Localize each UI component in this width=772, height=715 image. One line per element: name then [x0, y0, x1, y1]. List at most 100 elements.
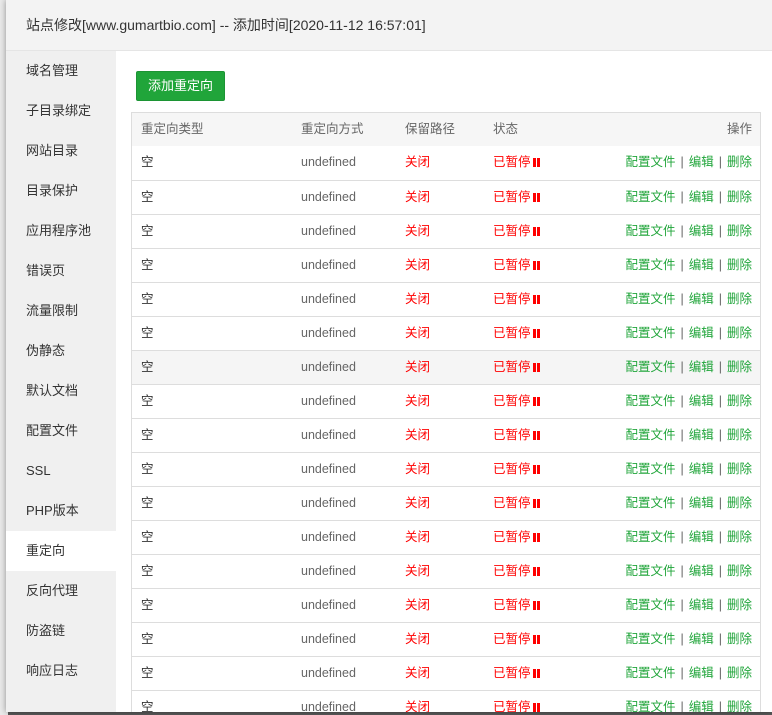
delete-link[interactable]: 删除 — [727, 224, 752, 238]
delete-link[interactable]: 删除 — [727, 394, 752, 408]
keep-path-cell[interactable]: 关闭 — [405, 317, 430, 350]
keep-path-cell[interactable]: 关闭 — [405, 487, 430, 520]
sidebar-item[interactable]: 子目录绑定 — [6, 91, 116, 131]
edit-link[interactable]: 编辑 — [689, 326, 714, 340]
config-file-link[interactable]: 配置文件 — [625, 394, 675, 408]
keep-path-cell[interactable]: 关闭 — [405, 691, 430, 712]
sidebar-item[interactable]: 防盗链 — [6, 611, 116, 651]
sidebar-item[interactable]: 错误页 — [6, 251, 116, 291]
edit-link[interactable]: 编辑 — [689, 394, 714, 408]
sidebar-item[interactable]: SSL — [6, 451, 116, 491]
delete-link[interactable]: 删除 — [727, 496, 752, 510]
edit-link[interactable]: 编辑 — [689, 700, 714, 712]
status-cell[interactable]: 已暂停 — [493, 419, 540, 452]
config-file-link[interactable]: 配置文件 — [625, 564, 675, 578]
edit-link[interactable]: 编辑 — [689, 496, 714, 510]
delete-link[interactable]: 删除 — [727, 462, 752, 476]
sidebar-item[interactable]: 重定向 — [6, 531, 116, 571]
sidebar-item[interactable]: 配置文件 — [6, 411, 116, 451]
status-cell[interactable]: 已暂停 — [493, 691, 540, 712]
config-file-link[interactable]: 配置文件 — [625, 224, 675, 238]
config-file-link[interactable]: 配置文件 — [625, 700, 675, 712]
edit-link[interactable]: 编辑 — [689, 564, 714, 578]
config-file-link[interactable]: 配置文件 — [625, 462, 675, 476]
delete-link[interactable]: 删除 — [727, 598, 752, 612]
keep-path-cell[interactable]: 关闭 — [405, 555, 430, 588]
config-file-link[interactable]: 配置文件 — [625, 292, 675, 306]
status-cell[interactable]: 已暂停 — [493, 521, 540, 554]
keep-path-cell[interactable]: 关闭 — [405, 623, 430, 656]
status-cell[interactable]: 已暂停 — [493, 385, 540, 418]
sidebar-item[interactable]: 默认文档 — [6, 371, 116, 411]
status-cell[interactable]: 已暂停 — [493, 351, 540, 384]
status-cell[interactable]: 已暂停 — [493, 317, 540, 350]
keep-path-cell[interactable]: 关闭 — [405, 419, 430, 452]
delete-link[interactable]: 删除 — [727, 632, 752, 646]
status-cell[interactable]: 已暂停 — [493, 555, 540, 588]
keep-path-cell[interactable]: 关闭 — [405, 589, 430, 622]
config-file-link[interactable]: 配置文件 — [625, 326, 675, 340]
config-file-link[interactable]: 配置文件 — [625, 530, 675, 544]
edit-link[interactable]: 编辑 — [689, 258, 714, 272]
keep-path-cell[interactable]: 关闭 — [405, 249, 430, 282]
keep-path-cell[interactable]: 关闭 — [405, 453, 430, 486]
status-cell[interactable]: 已暂停 — [493, 453, 540, 486]
edit-link[interactable]: 编辑 — [689, 292, 714, 306]
delete-link[interactable]: 删除 — [727, 292, 752, 306]
sidebar-item[interactable]: 流量限制 — [6, 291, 116, 331]
config-file-link[interactable]: 配置文件 — [625, 632, 675, 646]
config-file-link[interactable]: 配置文件 — [625, 598, 675, 612]
config-file-link[interactable]: 配置文件 — [625, 496, 675, 510]
sidebar-item[interactable]: 域名管理 — [6, 51, 116, 91]
delete-link[interactable]: 删除 — [727, 360, 752, 374]
status-cell[interactable]: 已暂停 — [493, 487, 540, 520]
sidebar-item[interactable]: PHP版本 — [6, 491, 116, 531]
status-cell[interactable]: 已暂停 — [493, 657, 540, 690]
edit-link[interactable]: 编辑 — [689, 224, 714, 238]
config-file-link[interactable]: 配置文件 — [625, 666, 675, 680]
delete-link[interactable]: 删除 — [727, 190, 752, 204]
keep-path-cell[interactable]: 关闭 — [405, 283, 430, 316]
status-cell[interactable]: 已暂停 — [493, 215, 540, 248]
edit-link[interactable]: 编辑 — [689, 360, 714, 374]
sidebar-item[interactable]: 目录保护 — [6, 171, 116, 211]
add-redirect-button[interactable]: 添加重定向 — [136, 71, 226, 101]
keep-path-cell[interactable]: 关闭 — [405, 657, 430, 690]
config-file-link[interactable]: 配置文件 — [625, 190, 675, 204]
keep-path-cell[interactable]: 关闭 — [405, 351, 430, 384]
sidebar-item[interactable]: 网站目录 — [6, 131, 116, 171]
edit-link[interactable]: 编辑 — [689, 155, 714, 169]
status-cell[interactable]: 已暂停 — [493, 589, 540, 622]
status-cell[interactable]: 已暂停 — [493, 283, 540, 316]
edit-link[interactable]: 编辑 — [689, 428, 714, 442]
keep-path-cell[interactable]: 关闭 — [405, 215, 430, 248]
status-cell[interactable]: 已暂停 — [493, 249, 540, 282]
edit-link[interactable]: 编辑 — [689, 632, 714, 646]
edit-link[interactable]: 编辑 — [689, 666, 714, 680]
keep-path-cell[interactable]: 关闭 — [405, 521, 430, 554]
keep-path-cell[interactable]: 关闭 — [405, 385, 430, 418]
keep-path-cell[interactable]: 关闭 — [405, 181, 430, 214]
delete-link[interactable]: 删除 — [727, 428, 752, 442]
status-cell[interactable]: 已暂停 — [493, 146, 540, 179]
sidebar-item[interactable]: 应用程序池 — [6, 211, 116, 251]
edit-link[interactable]: 编辑 — [689, 190, 714, 204]
delete-link[interactable]: 删除 — [727, 666, 752, 680]
keep-path-cell[interactable]: 关闭 — [405, 146, 430, 179]
delete-link[interactable]: 删除 — [727, 326, 752, 340]
status-cell[interactable]: 已暂停 — [493, 623, 540, 656]
edit-link[interactable]: 编辑 — [689, 462, 714, 476]
config-file-link[interactable]: 配置文件 — [625, 155, 675, 169]
delete-link[interactable]: 删除 — [727, 530, 752, 544]
sidebar-item[interactable]: 反向代理 — [6, 571, 116, 611]
delete-link[interactable]: 删除 — [727, 258, 752, 272]
config-file-link[interactable]: 配置文件 — [625, 258, 675, 272]
sidebar-item[interactable]: 响应日志 — [6, 651, 116, 691]
config-file-link[interactable]: 配置文件 — [625, 360, 675, 374]
delete-link[interactable]: 删除 — [727, 564, 752, 578]
edit-link[interactable]: 编辑 — [689, 598, 714, 612]
delete-link[interactable]: 删除 — [727, 700, 752, 712]
status-cell[interactable]: 已暂停 — [493, 181, 540, 214]
config-file-link[interactable]: 配置文件 — [625, 428, 675, 442]
sidebar-item[interactable]: 伪静态 — [6, 331, 116, 371]
